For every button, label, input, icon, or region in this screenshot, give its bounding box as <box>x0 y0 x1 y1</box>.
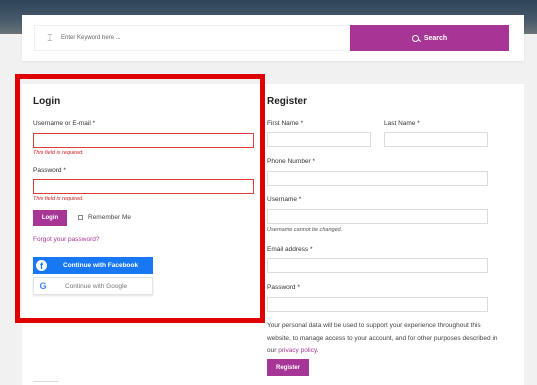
phone-label: Phone Number * <box>267 158 316 165</box>
footer-fragment <box>33 381 59 385</box>
search-icon <box>411 34 419 42</box>
email-field[interactable] <box>267 258 488 273</box>
privacy-notice-end: . <box>316 347 319 354</box>
login-username-label: Username or E-mail * <box>33 120 96 127</box>
facebook-login-button[interactable]: f Continue with Facebook <box>33 257 153 274</box>
google-icon: G <box>39 281 47 291</box>
remember-me-label: Remember Me <box>88 214 131 221</box>
checkbox-icon <box>78 215 83 220</box>
email-label: Email address * <box>267 246 313 253</box>
last-name-label: Last Name * <box>384 120 420 127</box>
search-placeholder: Enter Keyword here ... <box>61 35 121 41</box>
forgot-password-link[interactable]: Forgot your password? <box>33 236 99 243</box>
register-title: Register <box>267 96 308 107</box>
register-password-field[interactable] <box>267 297 488 312</box>
username-note: Username cannot be changed. <box>267 227 343 233</box>
google-button-label: Continue with Google <box>65 282 128 290</box>
privacy-policy-link[interactable]: privacy policy <box>278 347 317 354</box>
first-name-label: First Name * <box>267 120 304 127</box>
search-input[interactable]: ⌶ Enter Keyword here ... <box>34 25 370 51</box>
search-bar: ⌶ Enter Keyword here ... Search <box>22 15 524 61</box>
privacy-notice: Your personal data will be used to suppo… <box>267 320 499 358</box>
register-password-label: Password * <box>267 284 300 291</box>
search-button-label: Search <box>423 34 448 42</box>
login-username-error: This field is required. <box>33 150 84 156</box>
login-password-field[interactable] <box>33 179 254 194</box>
login-title: Login <box>33 96 61 107</box>
last-name-field[interactable] <box>384 132 488 147</box>
register-username-label: Username * <box>267 196 302 203</box>
phone-field[interactable] <box>267 171 488 186</box>
google-login-button[interactable]: G Continue with Google <box>33 277 153 295</box>
search-button[interactable]: Search <box>350 25 509 51</box>
text-cursor-icon: ⌶ <box>47 32 53 43</box>
login-button[interactable]: Login <box>33 210 67 226</box>
first-name-field[interactable] <box>267 132 371 147</box>
facebook-button-label: Continue with Facebook <box>63 262 139 269</box>
register-username-field[interactable] <box>267 209 488 224</box>
remember-me-checkbox[interactable]: Remember Me <box>78 214 131 221</box>
login-username-field[interactable] <box>33 133 254 148</box>
login-password-error: This field is required. <box>33 196 84 202</box>
register-button[interactable]: Register <box>267 359 309 376</box>
facebook-icon: f <box>36 260 47 271</box>
login-password-label: Password * <box>33 167 66 174</box>
